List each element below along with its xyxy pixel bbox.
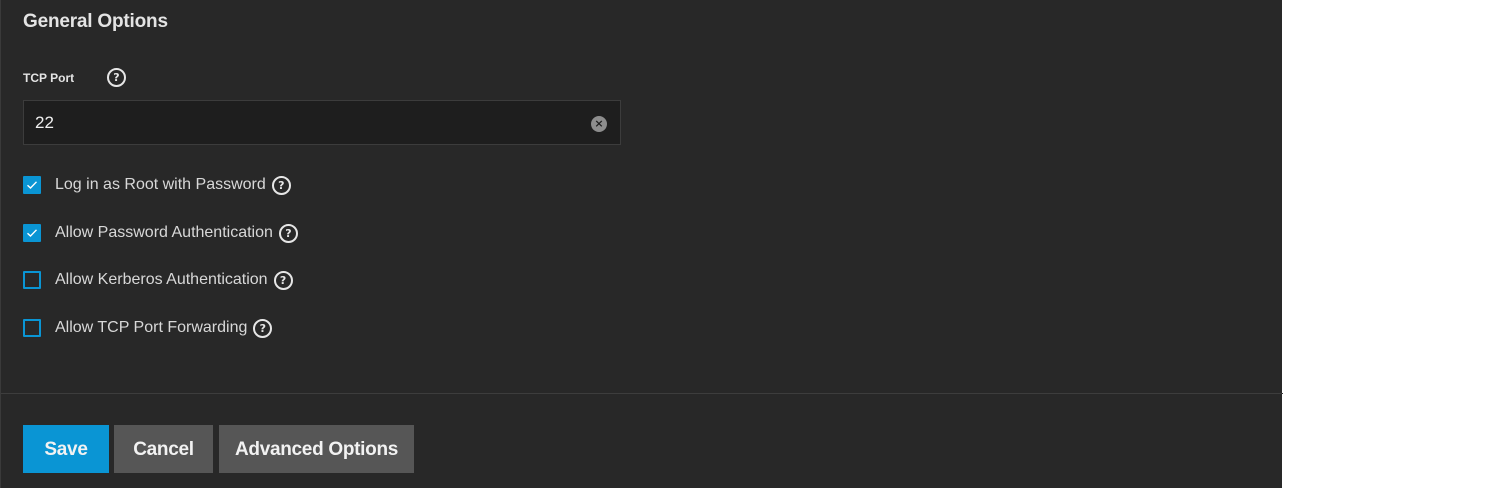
checkmark-icon [27, 229, 38, 237]
advanced-options-button[interactable]: Advanced Options [219, 425, 414, 473]
tcp-forwarding-label: Allow TCP Port Forwarding [55, 319, 248, 336]
password-auth-label: Allow Password Authentication [55, 224, 273, 241]
tcp-port-value[interactable]: 22 [35, 113, 54, 133]
kerberos-auth-checkbox[interactable] [23, 271, 41, 289]
password-auth-help-icon[interactable]: ? [278, 223, 298, 243]
tcp-port-input[interactable]: 22 × [23, 100, 621, 145]
option-password-auth[interactable]: Allow Password Authentication ? [23, 222, 298, 244]
password-auth-checkbox[interactable] [23, 224, 41, 242]
tcp-forwarding-checkbox[interactable] [23, 319, 41, 337]
section-title: General Options [23, 11, 168, 32]
ssh-general-options-panel: General Options TCP Port ? 22 × Log in a… [0, 0, 1283, 488]
cancel-button[interactable]: Cancel [114, 425, 213, 473]
option-kerberos-auth[interactable]: Allow Kerberos Authentication ? [23, 269, 293, 291]
save-button[interactable]: Save [23, 425, 109, 473]
root-login-label: Log in as Root with Password [55, 176, 266, 193]
option-root-login[interactable]: Log in as Root with Password ? [23, 174, 291, 196]
tcp-port-help-icon[interactable]: ? [107, 68, 126, 87]
clear-icon[interactable]: × [591, 116, 607, 132]
tcp-port-label: TCP Port [23, 71, 75, 85]
actions-divider [1, 393, 1283, 394]
kerberos-auth-help-icon[interactable]: ? [273, 270, 293, 290]
root-login-help-icon[interactable]: ? [271, 175, 291, 195]
root-login-checkbox[interactable] [23, 176, 41, 194]
kerberos-auth-label: Allow Kerberos Authentication [55, 271, 268, 288]
tcp-forwarding-help-icon[interactable]: ? [253, 318, 273, 338]
checkmark-icon [27, 181, 38, 189]
option-tcp-forwarding[interactable]: Allow TCP Port Forwarding ? [23, 317, 273, 339]
